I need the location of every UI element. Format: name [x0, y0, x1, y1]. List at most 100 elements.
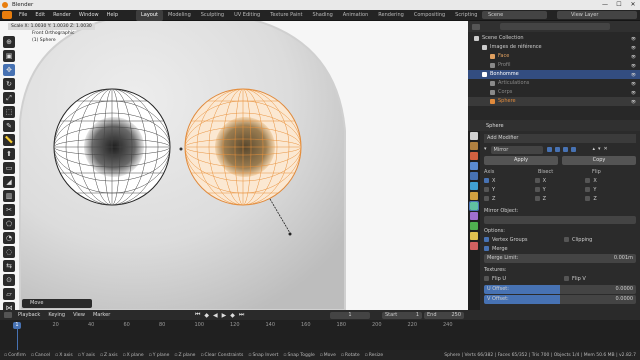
- smooth-icon[interactable]: ◌: [3, 246, 15, 258]
- bisect-z-checkbox[interactable]: Z: [534, 195, 586, 204]
- bevel-icon[interactable]: ◢: [3, 176, 15, 188]
- timeline-editor-icon[interactable]: [4, 312, 12, 318]
- jump-end-icon[interactable]: ⏭: [239, 311, 244, 319]
- extrude-icon[interactable]: ⬆: [3, 148, 15, 160]
- transform-icon[interactable]: ⬚: [3, 106, 15, 118]
- axis-x-checkbox[interactable]: X: [484, 177, 535, 186]
- physics-tab-icon[interactable]: [470, 222, 478, 230]
- next-key-icon[interactable]: ◆: [230, 312, 235, 319]
- flip-u-checkbox[interactable]: Flip U: [484, 275, 564, 284]
- mirror-object-field[interactable]: [484, 216, 636, 224]
- play-reverse-icon[interactable]: ◀: [213, 312, 218, 319]
- visibility-eye-icon[interactable]: 👁: [631, 79, 636, 88]
- menu-render[interactable]: Render: [49, 10, 75, 21]
- visibility-eye-icon[interactable]: 👁: [631, 43, 636, 52]
- menu-help[interactable]: Help: [103, 10, 122, 21]
- timeline-menu-playback[interactable]: Playback: [18, 312, 40, 318]
- outliner-editor-icon[interactable]: [472, 23, 480, 30]
- outliner-item[interactable]: Articulations 👁: [468, 79, 640, 88]
- outliner-item[interactable]: Images de référence 👁: [468, 43, 640, 52]
- apply-button[interactable]: Apply: [484, 156, 558, 165]
- start-frame-field[interactable]: Start 1: [382, 311, 422, 319]
- v-offset-field[interactable]: V Offset: 0.0000: [484, 295, 636, 304]
- minimize-button[interactable]: —: [598, 0, 612, 10]
- blender-menu-icon[interactable]: [2, 11, 12, 19]
- menu-window[interactable]: Window: [75, 10, 103, 21]
- editmode-toggle-icon[interactable]: [546, 147, 552, 152]
- visibility-eye-icon[interactable]: 👁: [631, 61, 636, 70]
- flip-x-checkbox[interactable]: X: [585, 177, 636, 186]
- object-tab-icon[interactable]: [470, 192, 478, 200]
- move-down-icon[interactable]: ▾: [598, 145, 601, 154]
- cage-toggle-icon[interactable]: [554, 147, 560, 152]
- outliner-item[interactable]: Scene Collection 👁: [468, 34, 640, 43]
- timeline-area[interactable]: 020406080100120140160180200220240 1: [0, 320, 640, 350]
- annotate-icon[interactable]: ✎: [3, 120, 15, 132]
- shrink-icon[interactable]: ⊙: [3, 274, 15, 286]
- measure-icon[interactable]: 📏: [3, 134, 15, 146]
- close-button[interactable]: ✕: [626, 0, 640, 10]
- timeline-menu-marker[interactable]: Marker: [93, 312, 110, 318]
- outliner-item[interactable]: Corps 👁: [468, 88, 640, 97]
- constraints-tab-icon[interactable]: [470, 232, 478, 240]
- move-icon[interactable]: ✥: [3, 64, 15, 76]
- 3d-viewport[interactable]: [0, 21, 468, 310]
- timeline-menu-view[interactable]: View: [73, 312, 85, 318]
- last-operation-panel[interactable]: Move: [22, 299, 92, 308]
- view-layer-selector[interactable]: View Layer: [557, 11, 637, 19]
- knife-icon[interactable]: ✂: [3, 204, 15, 216]
- outliner-search[interactable]: [500, 23, 610, 30]
- maximize-button[interactable]: ☐: [612, 0, 626, 10]
- scene-tab-icon[interactable]: [470, 172, 478, 180]
- outliner-item[interactable]: Sphere 👁: [468, 97, 640, 106]
- outliner-item[interactable]: Bonhomme 👁: [468, 70, 640, 79]
- prev-key-icon[interactable]: ◆: [204, 312, 209, 319]
- bisect-x-checkbox[interactable]: X: [534, 177, 586, 186]
- axis-z-checkbox[interactable]: Z: [484, 195, 535, 204]
- scene-selector[interactable]: Scene: [482, 11, 547, 19]
- workspace-tab-texture-paint[interactable]: Texture Paint: [265, 10, 307, 21]
- render-toggle-icon[interactable]: [570, 147, 576, 152]
- u-offset-field[interactable]: U Offset: 0.0000: [484, 285, 636, 294]
- menu-edit[interactable]: Edit: [31, 10, 49, 21]
- jump-start-icon[interactable]: ⏮: [195, 311, 200, 319]
- expand-arrow-icon[interactable]: ▾: [484, 145, 487, 154]
- visibility-eye-icon[interactable]: 👁: [631, 52, 636, 61]
- merge-checkbox[interactable]: Merge: [484, 245, 636, 254]
- render-tab-icon[interactable]: [470, 142, 478, 150]
- visibility-eye-icon[interactable]: 👁: [631, 97, 636, 106]
- workspace-tab-scripting[interactable]: Scripting: [450, 10, 482, 21]
- bisect-y-checkbox[interactable]: Y: [534, 186, 586, 195]
- edge-slide-icon[interactable]: ⇆: [3, 260, 15, 272]
- scale-icon[interactable]: ⤢: [3, 92, 15, 104]
- merge-limit-field[interactable]: Merge Limit: 0.001m: [484, 254, 636, 263]
- cursor-icon[interactable]: ⊕: [3, 36, 15, 48]
- menu-file[interactable]: File: [15, 10, 31, 21]
- modifier-tab-icon[interactable]: [469, 201, 479, 211]
- workspace-tab-layout[interactable]: Layout: [136, 9, 163, 21]
- select-box-icon[interactable]: ▣: [3, 50, 15, 62]
- shear-icon[interactable]: ▱: [3, 288, 15, 300]
- current-frame-field[interactable]: 1: [330, 311, 370, 319]
- output-tab-icon[interactable]: [470, 152, 478, 160]
- inset-icon[interactable]: ▭: [3, 162, 15, 174]
- add-modifier-dropdown[interactable]: Add Modifier: [484, 134, 636, 143]
- flip-v-checkbox[interactable]: Flip V: [564, 275, 586, 284]
- viewport-toggle-icon[interactable]: [562, 147, 568, 152]
- workspace-tab-uv-editing[interactable]: UV Editing: [229, 10, 265, 21]
- workspace-tab-sculpting[interactable]: Sculpting: [196, 10, 229, 21]
- modifier-name-field[interactable]: Mirror: [490, 145, 543, 154]
- workspace-tab-modeling[interactable]: Modeling: [163, 10, 196, 21]
- workspace-tab-shading[interactable]: Shading: [307, 10, 337, 21]
- outliner-item[interactable]: Face 👁: [468, 52, 640, 61]
- end-frame-field[interactable]: End 250: [424, 311, 464, 319]
- play-icon[interactable]: ▶: [222, 312, 227, 319]
- vertex-groups-checkbox[interactable]: Vertex Groups: [484, 236, 564, 245]
- playhead[interactable]: 1: [13, 322, 21, 329]
- axis-y-checkbox[interactable]: Y: [484, 186, 535, 195]
- particles-tab-icon[interactable]: [470, 212, 478, 220]
- move-up-icon[interactable]: ▴: [593, 145, 596, 154]
- view-layer-tab-icon[interactable]: [470, 162, 478, 170]
- flip-z-checkbox[interactable]: Z: [585, 195, 636, 204]
- workspace-tab-animation[interactable]: Animation: [338, 10, 374, 21]
